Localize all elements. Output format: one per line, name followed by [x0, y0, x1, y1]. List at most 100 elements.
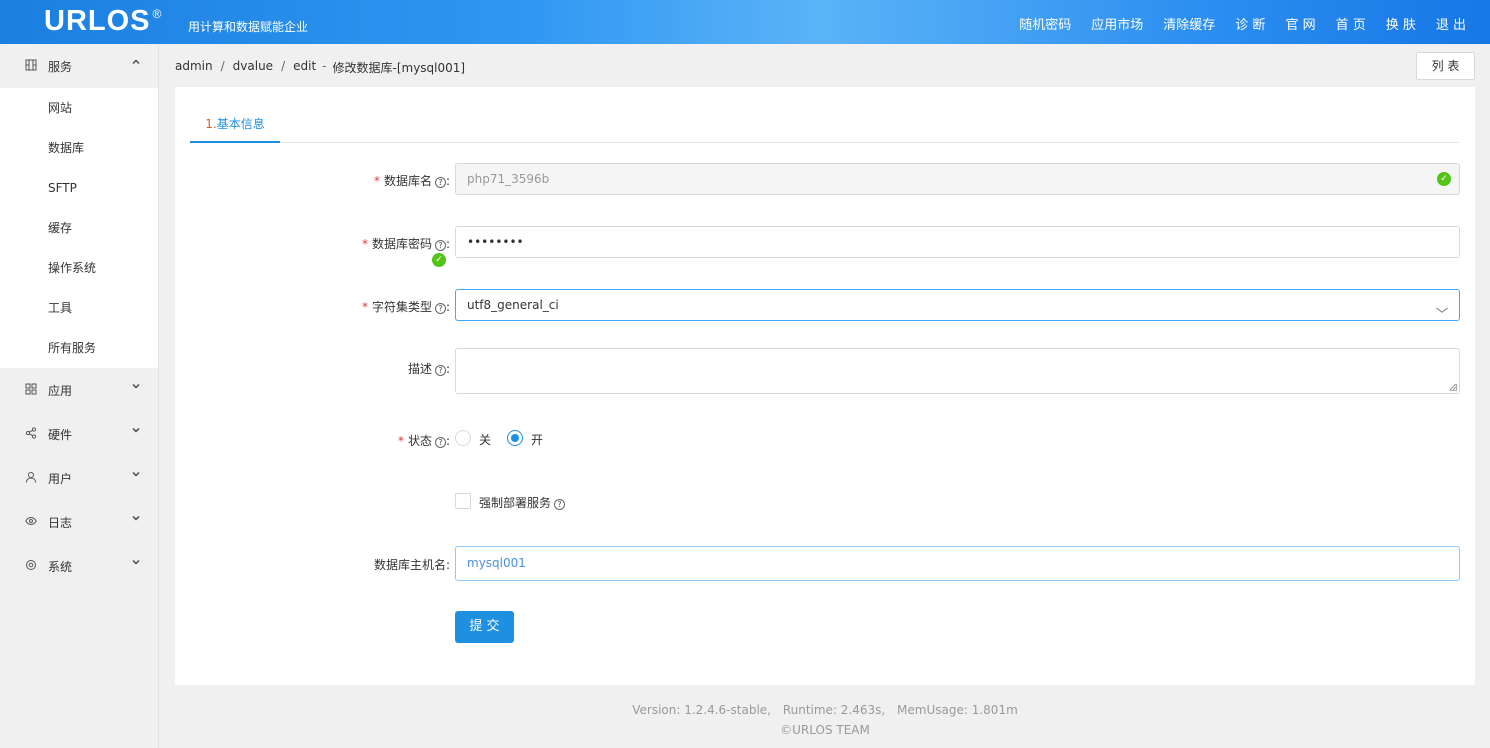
check-circle-icon: ✓: [432, 253, 446, 267]
charset-select[interactable]: utf8_general_ci: [455, 289, 1460, 321]
sidebar-item-os[interactable]: 操作系统: [0, 248, 158, 288]
sidebar-group-apps[interactable]: 应用: [0, 368, 158, 412]
breadcrumb-dvalue[interactable]: dvalue: [233, 59, 273, 76]
label-description: 描述?:: [408, 360, 450, 377]
sidebar-item-cache[interactable]: 缓存: [0, 208, 158, 248]
nav-random-password[interactable]: 随机密码: [1019, 14, 1071, 33]
check-circle-icon: ✓: [1437, 172, 1451, 186]
help-icon[interactable]: ?: [434, 240, 446, 251]
sidebar-group-label: 服务: [48, 60, 73, 74]
help-icon[interactable]: ?: [434, 177, 446, 188]
chevron-down-icon: [1435, 298, 1449, 328]
apps-icon: [25, 383, 37, 395]
required-mark: *: [373, 174, 380, 188]
footer-team: ©URLOS TEAM: [780, 723, 870, 737]
hostname-value: mysql001: [467, 556, 526, 570]
breadcrumb-current: 修改数据库-[mysql001]: [332, 61, 466, 75]
description-textarea[interactable]: [455, 348, 1460, 394]
logo-text: URLOS: [44, 5, 151, 37]
label-status: * 状态?:: [398, 432, 450, 449]
breadcrumb-separator: /: [281, 59, 286, 73]
footer-mem: MemUsage: 1.801m: [897, 703, 1018, 717]
sidebar-group-services[interactable]: 服务: [0, 44, 158, 88]
form-card: 1.基本信息 * 数据库名?: php71_3596b ✓ * 数据库密码?: ✓ …: [175, 87, 1475, 685]
top-header: URLOS ® 用计算和数据赋能企业 随机密码 应用市场 清除缓存 诊 断 官 网…: [0, 0, 1490, 44]
grid-icon: [25, 59, 37, 71]
sidebar-item-sftp[interactable]: SFTP: [0, 168, 158, 208]
label-colon: :: [445, 237, 450, 251]
logo[interactable]: URLOS ®: [44, 5, 162, 38]
radio-status-off[interactable]: [455, 430, 471, 446]
sidebar-group-label: 硬件: [48, 428, 73, 442]
tab-bar: 1.基本信息: [190, 109, 1460, 143]
top-nav: 随机密码 应用市场 清除缓存 诊 断 官 网 首 页 换 肤 退 出: [999, 14, 1466, 33]
sidebar-group-label: 系统: [48, 560, 73, 574]
sidebar-group-system[interactable]: 系统: [0, 544, 158, 588]
db-password-value: ••••••••: [467, 235, 524, 249]
footer-version: Version: 1.2.4.6-stable,: [632, 703, 771, 717]
radio-label-on[interactable]: 开: [531, 431, 543, 448]
db-name-value: php71_3596b: [467, 172, 550, 186]
label-charset: * 字符集类型?:: [362, 298, 450, 315]
settings-icon: [25, 559, 37, 571]
sidebar-group-label: 日志: [48, 516, 73, 530]
breadcrumb-edit[interactable]: edit: [293, 59, 316, 76]
registered-mark: ®: [152, 7, 163, 21]
nav-skin[interactable]: 换 肤: [1386, 14, 1416, 33]
nav-clear-cache[interactable]: 清除缓存: [1163, 14, 1215, 33]
force-deploy-label[interactable]: 强制部署服务?: [479, 494, 566, 511]
hostname-input[interactable]: mysql001: [455, 546, 1460, 581]
tab-basic-info[interactable]: 1.基本信息: [190, 109, 280, 143]
label-text: 状态: [407, 434, 432, 448]
sidebar: 服务 网站 数据库 SFTP 缓存 操作系统 工具 所有服务 应用 硬件 用户 …: [0, 44, 159, 748]
label-colon: :: [445, 300, 450, 314]
help-icon[interactable]: ?: [434, 365, 446, 376]
label-text: 数据库主机名: [373, 558, 446, 572]
label-text: 数据库密码: [371, 237, 432, 251]
chevron-down-icon: [131, 557, 141, 570]
sidebar-group-logs[interactable]: 日志: [0, 500, 158, 544]
breadcrumb: admin / dvalue / edit - 修改数据库-[mysql001]: [175, 59, 465, 76]
tab-number: 1.: [205, 117, 217, 131]
sidebar-item-all-services[interactable]: 所有服务: [0, 328, 158, 368]
help-icon[interactable]: ?: [554, 499, 566, 510]
breadcrumb-admin[interactable]: admin: [175, 59, 213, 76]
sidebar-group-label: 用户: [48, 472, 73, 486]
sidebar-item-tools[interactable]: 工具: [0, 288, 158, 328]
chevron-down-icon: [131, 513, 141, 526]
sidebar-item-website[interactable]: 网站: [0, 88, 158, 128]
charset-value: utf8_general_ci: [467, 298, 559, 312]
eye-icon: [25, 515, 37, 527]
footer-runtime: Runtime: 2.463s,: [782, 703, 886, 717]
sidebar-group-users[interactable]: 用户: [0, 456, 158, 500]
sidebar-group-hardware[interactable]: 硬件: [0, 412, 158, 456]
sidebar-group-label: 应用: [48, 384, 73, 398]
label-colon: :: [445, 434, 450, 448]
label-text: 字符集类型: [371, 300, 432, 314]
db-password-input[interactable]: ••••••••: [455, 226, 1460, 258]
list-button[interactable]: 列 表: [1416, 52, 1475, 80]
db-name-input[interactable]: php71_3596b: [455, 163, 1460, 195]
resize-handle-icon[interactable]: [1449, 383, 1457, 391]
submit-button[interactable]: 提 交: [455, 611, 514, 643]
nav-official-site[interactable]: 官 网: [1285, 14, 1315, 33]
help-icon[interactable]: ?: [434, 437, 446, 448]
label-text: 强制部署服务: [479, 496, 552, 510]
label-colon: :: [445, 362, 450, 376]
chevron-down-icon: [131, 381, 141, 394]
radio-status-on[interactable]: [507, 430, 523, 446]
help-icon[interactable]: ?: [434, 303, 446, 314]
sidebar-submenu-services: 网站 数据库 SFTP 缓存 操作系统 工具 所有服务: [0, 88, 158, 368]
chevron-down-icon: [131, 469, 141, 482]
nav-home[interactable]: 首 页: [1336, 14, 1366, 33]
required-mark: *: [397, 434, 404, 448]
sidebar-item-database[interactable]: 数据库: [0, 128, 158, 168]
breadcrumb-separator: /: [220, 59, 225, 73]
slogan: 用计算和数据赋能企业: [188, 20, 309, 34]
label-text: 数据库名: [383, 174, 432, 188]
radio-label-off[interactable]: 关: [479, 431, 491, 448]
nav-diagnose[interactable]: 诊 断: [1235, 14, 1265, 33]
nav-app-market[interactable]: 应用市场: [1091, 14, 1143, 33]
force-deploy-checkbox[interactable]: [455, 493, 471, 509]
nav-logout[interactable]: 退 出: [1436, 14, 1466, 33]
